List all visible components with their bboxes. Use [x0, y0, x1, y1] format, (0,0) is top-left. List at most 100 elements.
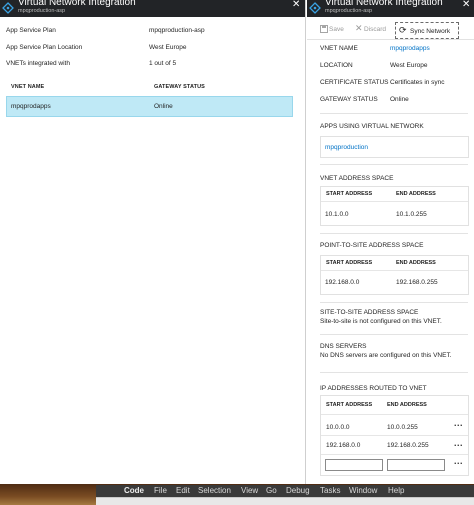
vnet-icon: [2, 2, 14, 14]
more-options-icon[interactable]: ...: [454, 438, 463, 448]
editor-tab-strip: [96, 497, 474, 505]
divider: [320, 302, 468, 303]
column-header-start: START ADDRESS: [326, 191, 373, 197]
divider: [320, 164, 468, 165]
menu-window[interactable]: Window: [349, 486, 377, 495]
section-title-dns-servers: DNS SERVERS: [320, 343, 367, 350]
app-link[interactable]: mpqproduction: [325, 144, 368, 151]
detail-value: Online: [390, 96, 409, 103]
info-value: 1 out of 5: [149, 60, 177, 67]
end-address-cell: 192.168.0.255: [396, 279, 438, 286]
start-address-cell: 192.168.0.0: [325, 279, 360, 286]
close-icon[interactable]: ✕: [462, 0, 470, 10]
blade-subtitle: mpqproduction-asp: [18, 8, 66, 14]
column-header-end: END ADDRESS: [396, 260, 436, 266]
menu-help[interactable]: Help: [388, 486, 404, 495]
command-bar: Save ✕ Discard ⟳ Sync Network: [307, 20, 474, 40]
info-label: App Service Plan Location: [6, 44, 83, 51]
divider: [321, 454, 468, 455]
vnet-name-cell: mpqprodapps: [11, 103, 51, 110]
divider: [321, 414, 468, 415]
detail-value: West Europe: [390, 62, 428, 69]
discard-icon: ✕: [355, 23, 363, 33]
discard-label: Discard: [364, 26, 387, 33]
column-header-gateway-status: GATEWAY STATUS: [154, 84, 205, 90]
end-address-cell: 10.1.0.255: [396, 211, 427, 218]
column-header-end: END ADDRESS: [387, 402, 427, 408]
more-options-icon[interactable]: ...: [454, 456, 463, 466]
start-address-cell: 10.0.0.0: [326, 424, 350, 431]
save-icon: [320, 25, 328, 33]
detail-row-vnet-name: VNET NAME mpqprodapps: [320, 45, 470, 55]
vnet-integration-blade: Virtual Network Integration mpqproductio…: [0, 0, 306, 484]
more-options-icon[interactable]: ...: [454, 418, 463, 428]
menu-go[interactable]: Go: [266, 486, 277, 495]
info-label: App Service Plan: [6, 27, 56, 34]
blade-title: Virtual Network Integration: [325, 0, 443, 8]
blade-header: Virtual Network Integration mpqproductio…: [307, 0, 474, 17]
detail-label: CERTIFICATE STATUS: [320, 79, 389, 86]
info-label: VNETs integrated with: [6, 60, 70, 67]
start-address-input[interactable]: [325, 459, 383, 471]
info-value: mpqproduction-asp: [149, 27, 205, 34]
section-title-site-to-site: SITE-TO-SITE ADDRESS SPACE: [320, 309, 419, 316]
vnet-icon: [309, 2, 321, 14]
divider: [320, 233, 468, 234]
section-title-point-to-site: POINT-TO-SITE ADDRESS SPACE: [320, 242, 424, 249]
start-address-cell: 10.1.0.0: [325, 211, 349, 218]
menu-debug[interactable]: Debug: [286, 486, 310, 495]
info-value: West Europe: [149, 44, 187, 51]
info-row-location: App Service Plan Location West Europe: [6, 44, 298, 54]
column-header-vnet-name: VNET NAME: [11, 84, 45, 90]
detail-value: Certificates in sync: [390, 79, 445, 86]
end-address-cell: 192.168.0.255: [387, 442, 429, 449]
start-address-cell: 192.168.0.0: [326, 442, 361, 449]
blade-header: Virtual Network Integration mpqproductio…: [0, 0, 305, 17]
end-address-cell: 10.0.0.255: [387, 424, 418, 431]
detail-label: LOCATION: [320, 62, 353, 69]
apps-list: mpqproduction: [320, 136, 469, 158]
detail-row-certificate-status: CERTIFICATE STATUS Certificates in sync: [320, 79, 470, 89]
os-menu-bar: Code File Edit Selection View Go Debug T…: [96, 485, 474, 497]
divider: [321, 270, 468, 271]
menu-view[interactable]: View: [241, 486, 258, 495]
column-header-start: START ADDRESS: [326, 402, 373, 408]
vnet-table-header: VNET NAME GATEWAY STATUS: [6, 82, 294, 94]
menu-tasks[interactable]: Tasks: [320, 486, 340, 495]
vnet-details-blade: Virtual Network Integration mpqproductio…: [307, 0, 474, 484]
vnet-address-table: START ADDRESS END ADDRESS 10.1.0.0 10.1.…: [320, 186, 469, 226]
save-label: Save: [329, 26, 344, 33]
menu-edit[interactable]: Edit: [176, 486, 190, 495]
divider: [320, 113, 468, 114]
blade-title: Virtual Network Integration: [18, 0, 136, 8]
menu-app-name[interactable]: Code: [124, 486, 144, 495]
sync-network-label: Sync Network: [410, 28, 451, 35]
detail-label: GATEWAY STATUS: [320, 96, 378, 103]
vnet-name-link[interactable]: mpqprodapps: [390, 45, 430, 52]
gateway-status-cell: Online: [154, 103, 173, 110]
section-title-apps: APPS USING VIRTUAL NETWORK: [320, 123, 424, 130]
detail-row-location: LOCATION West Europe: [320, 62, 470, 72]
sync-network-button[interactable]: ⟳ Sync Network: [395, 22, 459, 39]
column-header-end: END ADDRESS: [396, 191, 436, 197]
column-header-start: START ADDRESS: [326, 260, 373, 266]
divider: [321, 201, 468, 202]
divider: [321, 435, 468, 436]
blade-subtitle: mpqproduction-asp: [325, 8, 373, 14]
table-row[interactable]: mpqprodapps Online: [6, 96, 293, 117]
menu-file[interactable]: File: [154, 486, 167, 495]
p2s-address-table: START ADDRESS END ADDRESS 192.168.0.0 19…: [320, 255, 469, 295]
close-icon[interactable]: ✕: [292, 0, 300, 10]
section-title-vnet-address-space: VNET ADDRESS SPACE: [320, 175, 394, 182]
site-to-site-message: Site-to-site is not configured on this V…: [320, 318, 442, 325]
dns-servers-message: No DNS servers are configured on this VN…: [320, 352, 452, 359]
divider: [320, 334, 468, 335]
section-title-ip-routes: IP ADDRESSES ROUTED TO VNET: [320, 385, 427, 392]
refresh-icon: ⟳: [399, 25, 407, 35]
end-address-input[interactable]: [387, 459, 445, 471]
detail-label: VNET NAME: [320, 45, 358, 52]
info-row-vnets: VNETs integrated with 1 out of 5: [6, 60, 298, 70]
divider: [320, 372, 468, 373]
info-row-plan: App Service Plan mpqproduction-asp: [6, 27, 298, 37]
menu-selection[interactable]: Selection: [198, 486, 231, 495]
